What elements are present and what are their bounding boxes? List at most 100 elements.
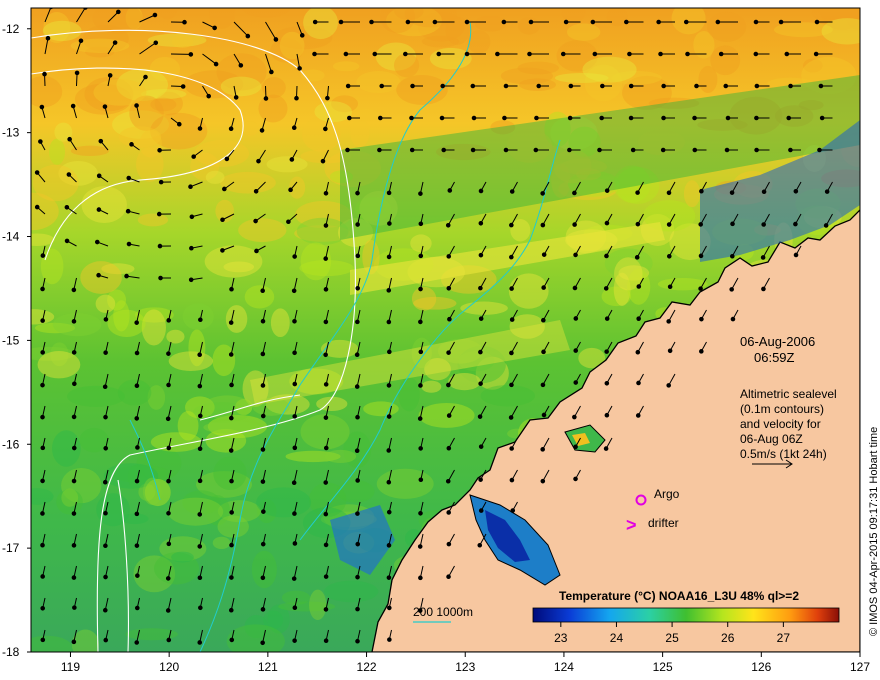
velocity-arrow-head	[540, 478, 546, 484]
velocity-arrow-head	[439, 115, 445, 121]
note-line: (0.1m contours)	[740, 402, 824, 416]
velocity-arrow-head	[661, 83, 666, 89]
velocity-arrow-head	[134, 416, 140, 421]
velocity-arrow-head	[387, 221, 392, 226]
velocity-arrow-head	[599, 115, 605, 121]
velocity-arrow-head	[157, 243, 163, 249]
velocity-arrow-head	[71, 445, 77, 451]
velocity-arrow-head	[387, 605, 392, 611]
velocity-arrow-head	[666, 190, 672, 196]
velocity-arrow-head	[228, 126, 234, 131]
velocity-arrow-head	[135, 573, 140, 578]
velocity-arrow-head	[197, 126, 203, 131]
velocity-arrow-head	[228, 607, 234, 613]
velocity-arrow-head	[604, 316, 610, 321]
velocity-arrow-head	[228, 352, 234, 357]
sst-patch	[142, 477, 162, 506]
velocity-arrow-head	[446, 574, 451, 580]
velocity-arrow-head	[40, 414, 45, 420]
sst-patch	[70, 145, 110, 157]
velocity-arrow-head	[436, 51, 442, 57]
velocity-arrow-head	[323, 126, 328, 132]
velocity-arrow-head	[345, 83, 351, 89]
velocity-arrow-head	[692, 115, 697, 121]
velocity-arrow-head	[40, 637, 46, 643]
velocity-arrow-head	[760, 255, 766, 260]
velocity-arrow-head	[67, 136, 72, 142]
velocity-arrow-head	[107, 73, 113, 78]
sst-patch	[37, 351, 81, 379]
velocity-arrow-head	[273, 37, 279, 42]
velocity-arrow-head	[354, 448, 360, 454]
velocity-arrow-head	[134, 543, 140, 548]
velocity-arrow-head	[40, 350, 45, 355]
velocity-arrow-head	[292, 605, 298, 610]
lon-tick-label: 121	[258, 660, 278, 674]
velocity-arrow-head	[730, 316, 736, 322]
velocity-arrow-head	[103, 317, 109, 322]
sst-patch	[182, 303, 214, 330]
velocity-arrow-head	[379, 83, 385, 89]
velocity-arrow-head	[64, 204, 70, 210]
velocity-arrow-head	[386, 288, 392, 293]
velocity-arrow-head	[229, 575, 234, 580]
velocity-arrow-head	[409, 147, 415, 153]
velocity-arrow-head	[567, 147, 572, 153]
velocity-arrow-head	[263, 96, 269, 101]
sst-patch	[474, 15, 507, 32]
velocity-arrow-head	[446, 254, 452, 259]
velocity-arrow-head	[323, 191, 329, 196]
sst-patch	[314, 101, 353, 123]
sst-patch	[92, 8, 143, 34]
velocity-arrow-head	[592, 51, 598, 57]
sst-patch	[217, 515, 249, 538]
velocity-arrow-head	[158, 179, 164, 185]
velocity-arrow-head	[446, 510, 451, 515]
velocity-arrow-head	[699, 316, 704, 322]
velocity-arrow-head	[166, 478, 171, 484]
velocity-arrow-head	[292, 381, 298, 387]
velocity-arrow-head	[560, 51, 566, 57]
velocity-arrow-head	[604, 412, 610, 418]
velocity-arrow-head	[102, 384, 108, 390]
velocity-arrow-head	[71, 414, 77, 420]
velocity-arrow-head	[699, 349, 704, 354]
velocity-arrow-head	[228, 320, 234, 325]
velocity-arrow-head	[229, 542, 234, 548]
velocity-arrow-head	[387, 637, 392, 642]
velocity-arrow-head	[102, 479, 108, 485]
velocity-arrow-head	[355, 414, 360, 420]
velocity-arrow-head	[158, 275, 163, 281]
sst-patch	[93, 79, 147, 106]
velocity-arrow-head	[540, 222, 546, 228]
velocity-arrow-head	[533, 147, 539, 153]
velocity-arrow-head	[134, 320, 139, 325]
velocity-arrow-head	[667, 348, 673, 354]
velocity-arrow-head	[418, 286, 423, 292]
velocity-arrow-head	[34, 170, 40, 175]
velocity-arrow-head	[198, 605, 203, 611]
velocity-arrow-head	[83, 8, 88, 10]
velocity-arrow-head	[698, 253, 704, 259]
velocity-arrow-head	[323, 223, 329, 228]
velocity-arrow-head	[698, 222, 704, 227]
velocity-arrow-head	[206, 93, 212, 99]
velocity-arrow-head	[134, 350, 140, 356]
velocity-arrow-head	[354, 352, 360, 358]
velocity-arrow-head	[509, 317, 515, 322]
sst-patch	[95, 294, 116, 313]
velocity-arrow-head	[377, 147, 382, 153]
velocity-arrow-head	[509, 286, 514, 291]
velocity-arrow-head	[320, 158, 326, 164]
velocity-arrow-head	[355, 541, 361, 547]
velocity-arrow-head	[386, 543, 392, 548]
velocity-arrow-head	[260, 479, 266, 484]
velocity-arrow-head	[229, 415, 234, 421]
velocity-arrow-head	[292, 414, 297, 419]
velocity-arrow-head	[355, 606, 360, 612]
velocity-arrow-head	[286, 219, 291, 225]
velocity-arrow-head	[410, 83, 415, 89]
velocity-arrow-head	[40, 445, 46, 451]
velocity-arrow-head	[418, 477, 424, 483]
velocity-arrow-head	[573, 316, 579, 321]
